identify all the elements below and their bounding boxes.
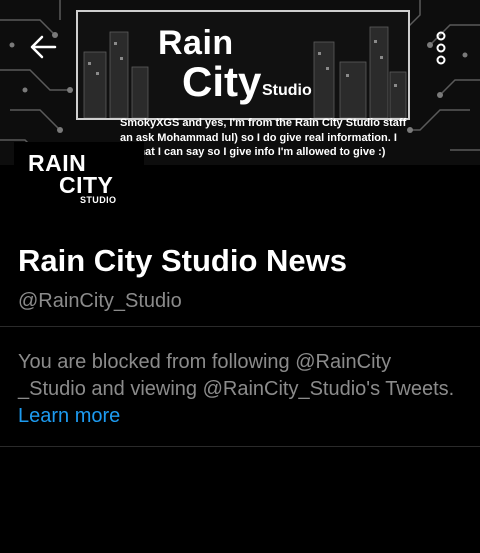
profile-avatar[interactable]: RAIN CITY STUDIO [14,142,144,230]
profile-handle: @RainCity_Studio [18,290,182,312]
arrow-left-icon [30,35,57,59]
banner-logo-card: Rain City Studio [76,10,410,120]
divider [0,446,480,447]
banner-caption: SmokyXGS and yes, I'm from the Rain City… [120,117,407,158]
banner-brand-city: City [182,58,262,105]
avatar-text-studio: STUDIO [80,195,117,205]
more-vertical-icon [436,31,446,65]
blocked-notice-text: You are blocked from following @RainCity… [18,351,455,400]
profile-banner: Rain City Studio SmokyXGS and yes, I'm f… [0,0,480,165]
profile-name: Rain City Studio News [18,243,347,278]
more-options-button[interactable] [433,30,449,66]
learn-more-link[interactable]: Learn more [18,405,120,427]
banner-brand-studio: Studio [262,82,312,99]
back-button[interactable] [28,34,58,60]
divider [0,326,480,327]
blocked-notice: You are blocked from following @RainCity… [18,349,458,430]
